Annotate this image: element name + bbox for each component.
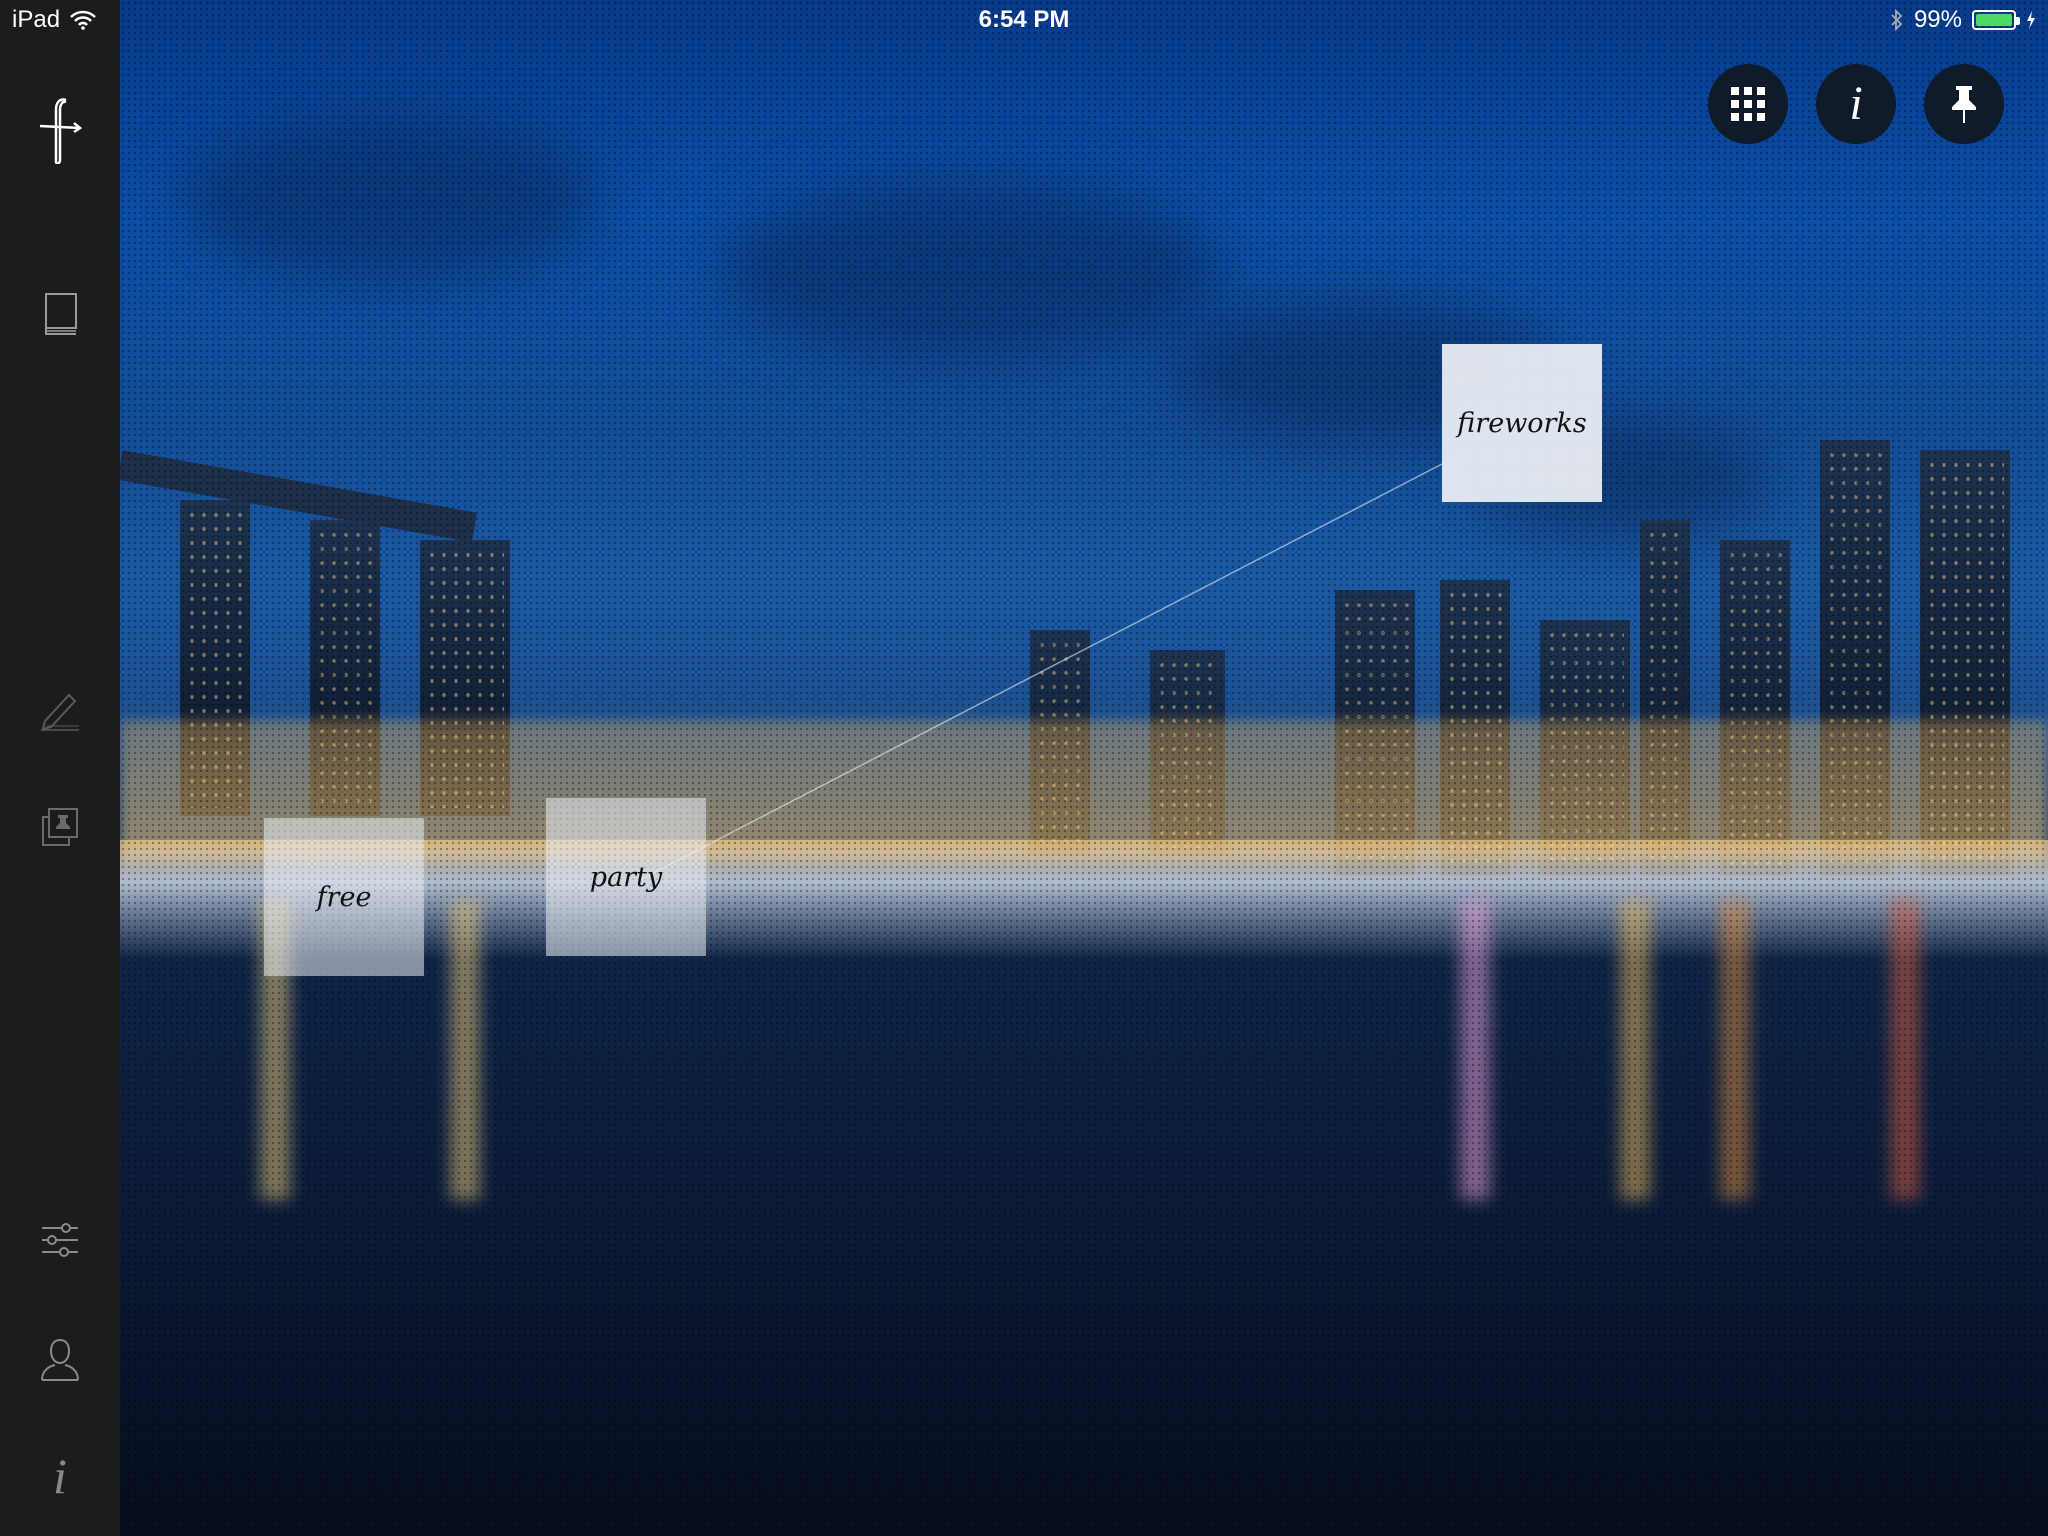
edit-button[interactable] (30, 680, 90, 740)
battery-icon (1972, 10, 2020, 30)
battery-percent: 99% (1913, 6, 1962, 33)
tag-fireworks[interactable]: fireworks (1442, 344, 1602, 502)
city-skyline (120, 0, 2048, 1536)
info-button[interactable]: i (1816, 64, 1896, 144)
pushpin-icon (1952, 86, 1976, 123)
library-button[interactable] (30, 284, 90, 344)
flipboard-f-logo (39, 98, 83, 164)
tag-party[interactable]: party (546, 798, 706, 956)
info-icon: i (53, 1448, 67, 1504)
app-logo[interactable] (30, 96, 90, 166)
about-button[interactable]: i (30, 1446, 90, 1506)
clock: 6:54 PM (978, 6, 1070, 33)
person-icon (41, 1338, 79, 1381)
grid-button[interactable] (1708, 64, 1788, 144)
status-bar: iPad 6:54 PM 99% (0, 0, 2048, 40)
pin-button[interactable] (1924, 64, 2004, 144)
bluetooth-icon (1891, 9, 1903, 31)
charging-icon (2027, 11, 2035, 29)
sidebar: i (0, 0, 120, 1536)
info-icon: i (1849, 77, 1863, 130)
background-photo (120, 0, 2048, 1536)
sliders-icon (42, 1223, 78, 1257)
profile-button[interactable] (30, 1330, 90, 1390)
tag-free[interactable]: free (264, 818, 424, 976)
grid-icon (1731, 87, 1765, 121)
book-icon (45, 293, 77, 335)
stacked-pins-icon (42, 808, 78, 846)
settings-button[interactable] (30, 1210, 90, 1270)
pencil-icon (41, 693, 79, 731)
pinned-collections-button[interactable] (30, 796, 90, 856)
